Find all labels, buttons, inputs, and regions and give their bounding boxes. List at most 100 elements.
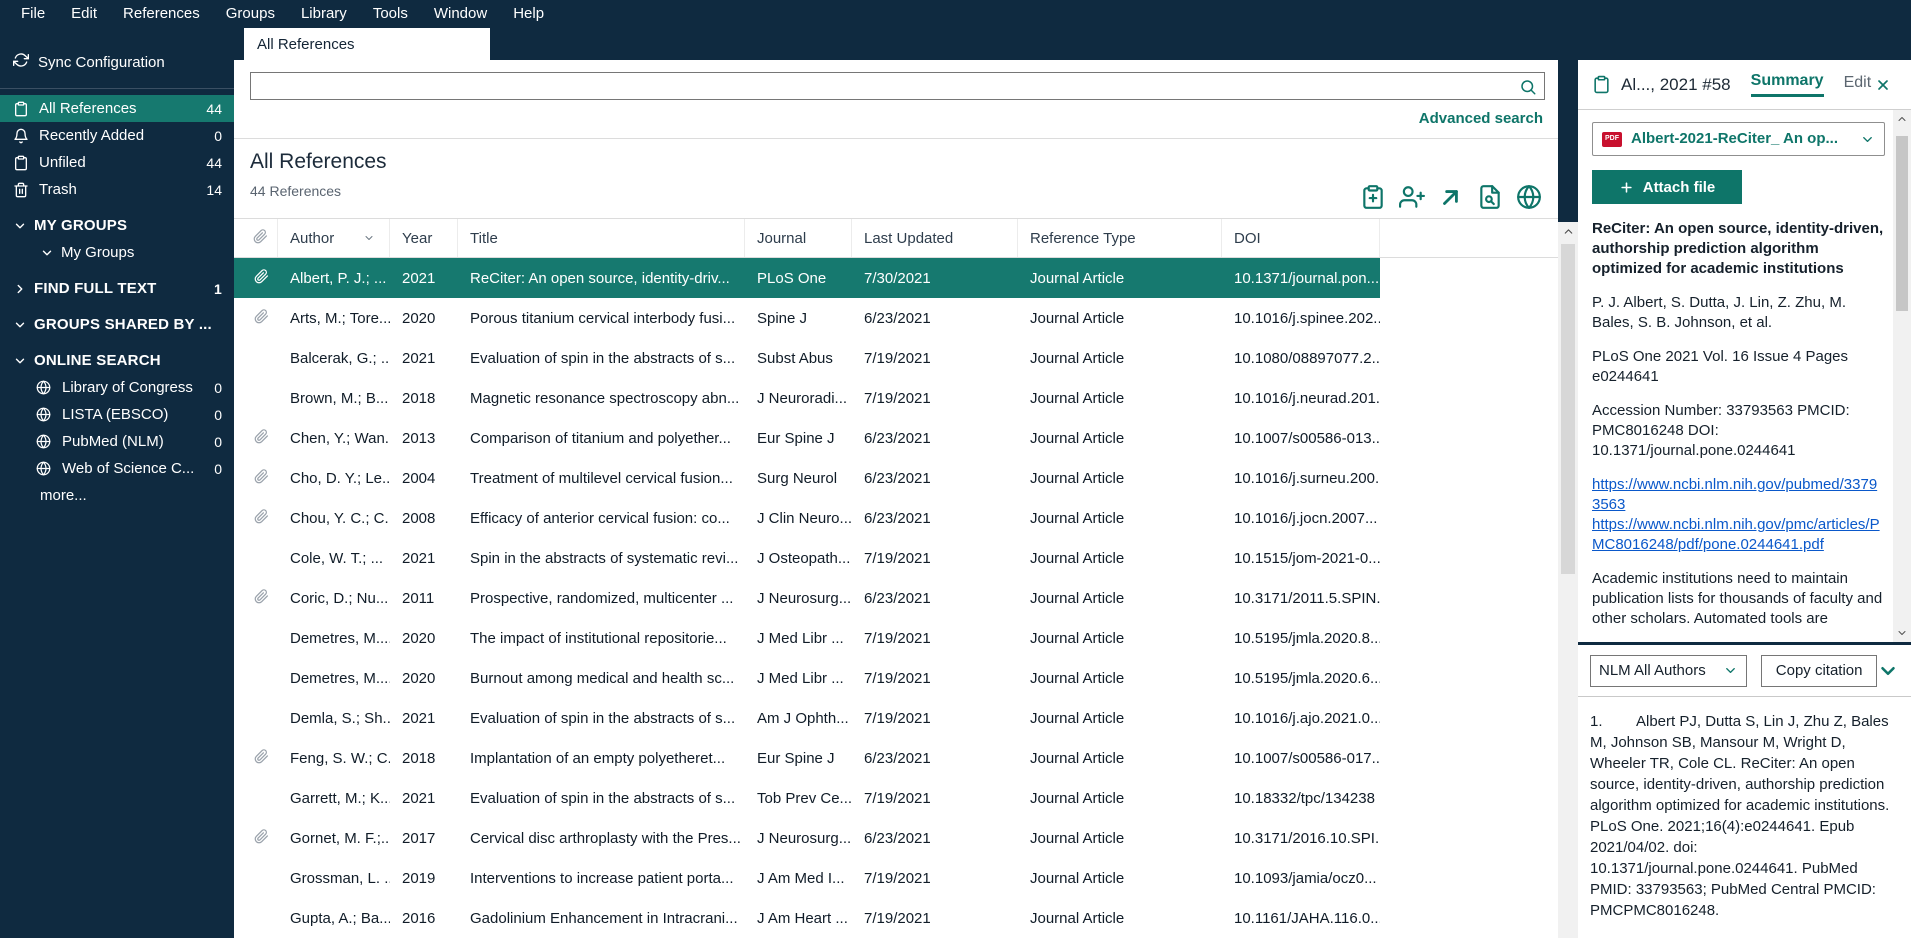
cell-type: Journal Article [1018, 710, 1222, 727]
sidebar-item-label: more... [40, 487, 87, 504]
sync-configuration[interactable]: Sync Configuration [0, 44, 234, 80]
sidebar-item-all-references[interactable]: All References44 [0, 95, 234, 122]
sidebar-item-trash[interactable]: Trash14 [0, 176, 234, 203]
close-icon[interactable] [1875, 77, 1901, 93]
menu-library[interactable]: Library [288, 5, 360, 22]
cell-title: The impact of institutional repositorie.… [458, 630, 745, 647]
reference-row[interactable]: Balcerak, G.; ...2021Evaluation of spin … [234, 338, 1380, 378]
chevron-down-icon [13, 354, 27, 368]
sidebar-item-recently-added[interactable]: Recently Added0 [0, 122, 234, 149]
attachment-dropdown[interactable]: PDF Albert-2021-ReCiter_ An op... [1592, 122, 1885, 156]
scroll-up-icon[interactable] [1558, 225, 1578, 238]
reference-link[interactable]: https://www.ncbi.nlm.nih.gov/pmc/article… [1592, 515, 1885, 555]
panel-scroll-up-icon[interactable] [1893, 113, 1911, 125]
cell-doi: 10.3171/2016.10.SPI... [1222, 830, 1380, 847]
column-year[interactable]: Year [390, 219, 458, 257]
paperclip-icon [254, 589, 269, 608]
cell-year: 2020 [390, 310, 458, 327]
menu-tools[interactable]: Tools [360, 5, 421, 22]
panel-scrollbar-thumb[interactable] [1896, 136, 1908, 311]
citation-style-select[interactable]: NLM All Authors [1590, 655, 1747, 687]
panel-scrollbar[interactable] [1893, 110, 1911, 642]
search-box [250, 72, 1545, 100]
column-author[interactable]: Author [278, 219, 390, 257]
chevron-down-icon [13, 318, 27, 332]
sidebar-item-web-of-science-c[interactable]: Web of Science C...0 [0, 455, 234, 482]
sidebar-item-library-of-congress[interactable]: Library of Congress0 [0, 374, 234, 401]
reference-row[interactable]: Garrett, M.; K...2021Evaluation of spin … [234, 778, 1380, 818]
cell-doi: 10.1016/j.neurad.201... [1222, 390, 1380, 407]
reference-row[interactable]: Cole, W. T.; ...2021Spin in the abstract… [234, 538, 1380, 578]
cell-author: Demla, S.; Sh... [278, 710, 390, 727]
reference-row[interactable]: Albert, P. J.; ...2021ReCiter: An open s… [234, 258, 1380, 298]
copy-citation-button[interactable]: Copy citation [1761, 655, 1877, 687]
copy-options-chevron-icon[interactable] [1877, 660, 1901, 682]
search-input[interactable] [251, 73, 1544, 99]
sidebar-item-lista-ebsco[interactable]: LISTA (EBSCO)0 [0, 401, 234, 428]
chevron-down-icon [1860, 132, 1875, 147]
column-last-updated[interactable]: Last Updated [852, 219, 1018, 257]
export-icon[interactable] [1437, 183, 1464, 210]
reference-row[interactable]: Chou, Y. C.; C...2008Efficacy of anterio… [234, 498, 1380, 538]
tab-summary[interactable]: Summary [1751, 72, 1824, 97]
cell-updated: 7/19/2021 [852, 910, 1018, 927]
item-count: 0 [214, 407, 222, 423]
menu-help[interactable]: Help [500, 5, 557, 22]
sidebar-item-pubmed-nlm[interactable]: PubMed (NLM)0 [0, 428, 234, 455]
cell-author: Garrett, M.; K... [278, 790, 390, 807]
column-attachment[interactable] [244, 219, 278, 257]
list-scrollbar-thumb[interactable] [1561, 244, 1575, 574]
reference-row[interactable]: Demla, S.; Sh...2021Evaluation of spin i… [234, 698, 1380, 738]
column-reference-type[interactable]: Reference Type [1018, 219, 1222, 257]
reference-link[interactable]: https://www.ncbi.nlm.nih.gov/pubmed/3379… [1592, 475, 1885, 515]
menu-edit[interactable]: Edit [58, 5, 110, 22]
add-reference-icon[interactable] [1359, 183, 1386, 210]
list-subtitle: 44 References [250, 183, 341, 199]
sidebar-item-my-groups[interactable]: My Groups [0, 239, 234, 266]
list-scrollbar[interactable] [1558, 222, 1578, 938]
cell-doi: 10.1080/08897077.2... [1222, 350, 1380, 367]
plus-icon [1619, 180, 1634, 195]
tab-all-references[interactable]: All References [244, 28, 490, 60]
share-library-icon[interactable] [1398, 183, 1425, 210]
reference-list-pane: Advanced search All References 44 Refere… [234, 60, 1558, 938]
reference-row[interactable]: Gornet, M. F.;...2017Cervical disc arthr… [234, 818, 1380, 858]
find-full-text-icon[interactable] [1476, 183, 1503, 210]
sidebar-item-find-full-text[interactable]: FIND FULL TEXT1 [0, 275, 234, 302]
reference-row[interactable]: Demetres, M....2020Burnout among medical… [234, 658, 1380, 698]
search-icon[interactable] [1519, 78, 1537, 101]
reference-row[interactable]: Gupta, A.; Ba...2016Gadolinium Enhanceme… [234, 898, 1380, 938]
reference-row[interactable]: Grossman, L. ...2019Interventions to inc… [234, 858, 1380, 898]
column-journal[interactable]: Journal [745, 219, 852, 257]
cell-author: Cole, W. T.; ... [278, 550, 390, 567]
reference-row[interactable]: Chen, Y.; Wan...2013Comparison of titani… [234, 418, 1380, 458]
advanced-search-link[interactable]: Advanced search [1419, 110, 1543, 127]
cell-author: Balcerak, G.; ... [278, 350, 390, 367]
paperclip-icon [254, 469, 269, 488]
cell-updated: 7/19/2021 [852, 550, 1018, 567]
menu-references[interactable]: References [110, 5, 213, 22]
sidebar-item-online-search[interactable]: ONLINE SEARCH [0, 347, 234, 374]
reference-row[interactable]: Cho, D. Y.; Le...2004Treatment of multil… [234, 458, 1380, 498]
menu-file[interactable]: File [8, 5, 58, 22]
online-search-icon[interactable] [1515, 183, 1542, 210]
reference-row[interactable]: Demetres, M....2020The impact of institu… [234, 618, 1380, 658]
reference-row[interactable]: Brown, M.; B...2018Magnetic resonance sp… [234, 378, 1380, 418]
reference-row[interactable]: Arts, M.; Tore...2020Porous titanium cer… [234, 298, 1380, 338]
sidebar-item-more[interactable]: more... [0, 482, 234, 509]
menu-window[interactable]: Window [421, 5, 500, 22]
menu-groups[interactable]: Groups [213, 5, 288, 22]
reference-row[interactable]: Coric, D.; Nu...2011Prospective, randomi… [234, 578, 1380, 618]
cell-title: Evaluation of spin in the abstracts of s… [458, 710, 745, 727]
cell-year: 2021 [390, 270, 458, 287]
tab-edit[interactable]: Edit [1844, 74, 1872, 96]
cell-attachment [244, 469, 278, 488]
reference-row[interactable]: Feng, S. W.; C...2018Implantation of an … [234, 738, 1380, 778]
sidebar-item-groups-shared-by[interactable]: GROUPS SHARED BY ... [0, 311, 234, 338]
sidebar-item-unfiled[interactable]: Unfiled44 [0, 149, 234, 176]
sidebar-item-my-groups[interactable]: MY GROUPS [0, 212, 234, 239]
panel-scroll-down-icon[interactable] [1893, 627, 1911, 639]
column-doi[interactable]: DOI [1222, 219, 1380, 257]
attach-file-button[interactable]: Attach file [1592, 170, 1742, 204]
column-title[interactable]: Title [458, 219, 745, 257]
